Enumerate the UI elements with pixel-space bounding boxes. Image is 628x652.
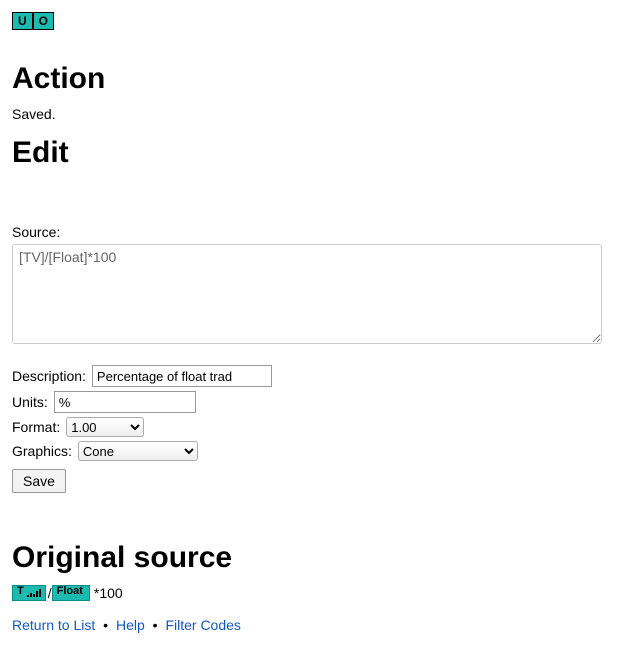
bars-icon <box>27 589 41 597</box>
action-heading: Action <box>12 62 616 96</box>
token-float[interactable]: Float <box>52 585 90 601</box>
help-link[interactable]: Help <box>116 617 145 633</box>
source-label: Source: <box>12 224 616 240</box>
description-input[interactable] <box>92 365 272 387</box>
source-textarea[interactable]: [TV]/[Float]*100 <box>12 244 602 344</box>
format-label: Format: <box>12 419 60 435</box>
token-tv[interactable]: T <box>12 585 46 601</box>
graphics-select[interactable]: Cone <box>78 441 198 461</box>
save-button[interactable]: Save <box>12 469 66 493</box>
footer-links: Return to List • Help • Filter Codes <box>12 617 616 633</box>
source-field-block: Source: [TV]/[Float]*100 <box>12 224 616 347</box>
units-label: Units: <box>12 394 48 410</box>
original-suffix: *100 <box>94 585 123 601</box>
units-input[interactable] <box>54 391 196 413</box>
original-source-tokens: T / Float *100 <box>12 585 616 601</box>
badge-u[interactable]: U <box>12 12 33 30</box>
separator: • <box>103 617 108 633</box>
format-select[interactable]: 1.00 <box>66 417 144 437</box>
separator: • <box>153 617 158 633</box>
header-badges: U O <box>12 12 54 30</box>
filter-link[interactable]: Filter Codes <box>165 617 240 633</box>
token-tv-label: T <box>17 586 24 597</box>
token-float-label: Float <box>57 586 83 597</box>
badge-o[interactable]: O <box>33 12 54 30</box>
edit-heading: Edit <box>12 136 616 170</box>
original-heading: Original source <box>12 541 616 575</box>
description-label: Description: <box>12 368 86 384</box>
return-link[interactable]: Return to List <box>12 617 95 633</box>
status-text: Saved. <box>12 106 616 122</box>
graphics-label: Graphics: <box>12 443 72 459</box>
